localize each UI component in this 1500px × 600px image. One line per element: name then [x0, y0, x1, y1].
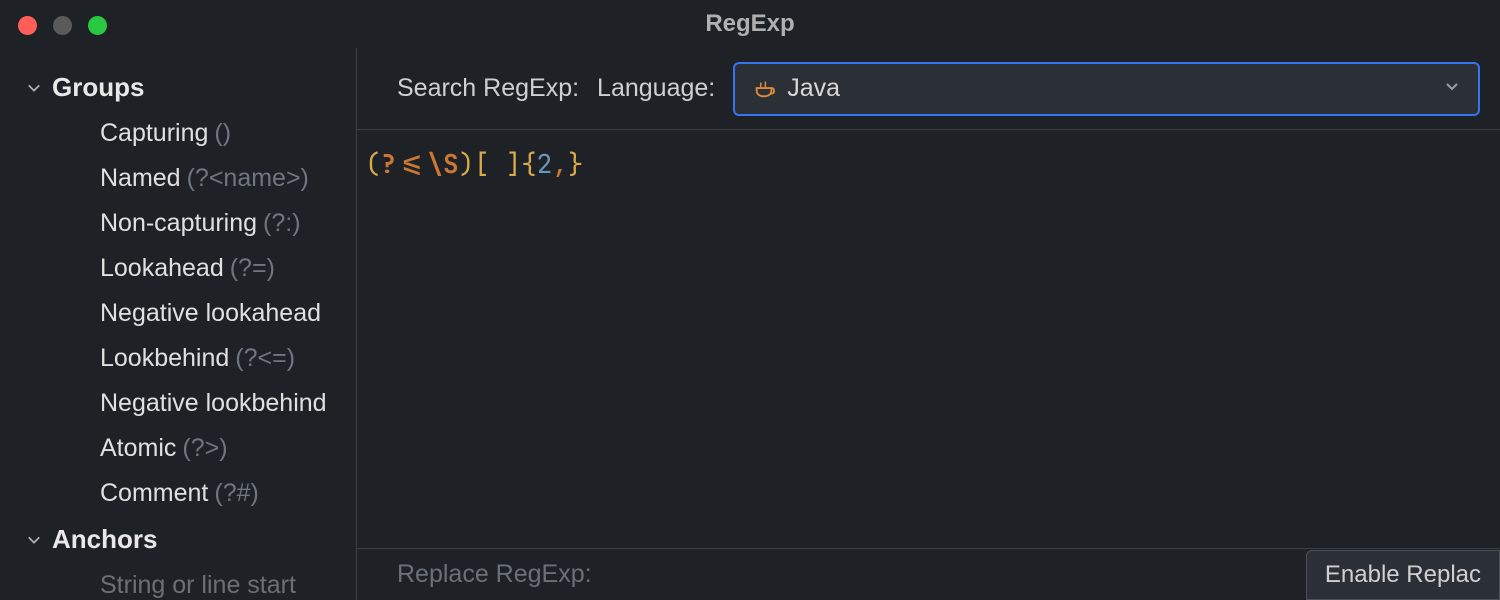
search-toolbar: Search RegExp: Language: Java — [357, 48, 1500, 130]
tree-item[interactable]: Capturing() — [0, 111, 356, 156]
tree-item-label: Named — [100, 164, 181, 192]
tree-item[interactable]: Non-capturing(?:) — [0, 201, 356, 246]
tree-item[interactable]: Comment(?#) — [0, 471, 356, 516]
titlebar: RegExp — [0, 0, 1500, 48]
chevron-down-icon — [1444, 78, 1460, 99]
main-area: Groups Capturing()Named(?<name>)Non-capt… — [0, 48, 1500, 600]
chevron-down-icon — [26, 532, 42, 548]
tree-item-label: Non-capturing — [100, 209, 257, 237]
language-select-value: Java — [787, 74, 1432, 103]
tree-item-hint: () — [214, 119, 231, 147]
sidebar: Groups Capturing()Named(?<name>)Non-capt… — [0, 48, 357, 600]
tree-item-hint: (?<name>) — [187, 164, 309, 192]
tree-item-label: Negative lookahead — [100, 299, 321, 327]
language-select[interactable]: Java — [733, 62, 1480, 116]
tree-item-label: Negative lookbehind — [100, 389, 327, 417]
tree-section-label: Anchors — [52, 524, 157, 555]
tree-item[interactable]: Lookbehind(?<=) — [0, 336, 356, 381]
tree-item[interactable]: Negative lookahead — [0, 291, 356, 336]
java-icon — [753, 78, 775, 100]
tree-item[interactable]: Named(?<name>) — [0, 156, 356, 201]
regexp-editor[interactable]: (?<=\S)[ ]{2,} — [357, 130, 1500, 548]
tree-item-label: Comment — [100, 479, 208, 507]
tree-item-hint: (?:) — [263, 209, 301, 237]
chevron-down-icon — [26, 80, 42, 96]
window-title: RegExp — [705, 10, 794, 38]
tree-item-label: Lookbehind — [100, 344, 229, 372]
maximize-window-icon[interactable] — [88, 16, 107, 35]
tree-item-label: Capturing — [100, 119, 208, 147]
tree-section-anchors[interactable]: Anchors — [0, 516, 356, 563]
minimize-window-icon[interactable] — [53, 16, 72, 35]
tree-item-label: String or line start — [100, 571, 296, 599]
replace-regexp-label: Replace RegExp: — [397, 560, 592, 589]
language-label: Language: — [597, 74, 715, 103]
tree-item[interactable]: Negative lookbehind — [0, 381, 356, 426]
close-window-icon[interactable] — [18, 16, 37, 35]
tree-item-label: Atomic — [100, 434, 176, 462]
window-controls — [18, 16, 107, 35]
replace-toolbar: Replace RegExp: Enable Replac — [357, 548, 1500, 600]
tree-item-hint: (?<=) — [235, 344, 295, 372]
tree-section-label: Groups — [52, 72, 144, 103]
tree-item-hint: (?>) — [182, 434, 227, 462]
tree-item[interactable]: Lookahead(?=) — [0, 246, 356, 291]
search-regexp-label: Search RegExp: — [397, 74, 579, 103]
tree-item-hint: (?=) — [230, 254, 275, 282]
content-pane: Search RegExp: Language: Java (?<=\S)[ ]… — [357, 48, 1500, 600]
tree-section-groups[interactable]: Groups — [0, 64, 356, 111]
tree-item[interactable]: Atomic(?>) — [0, 426, 356, 471]
tree-item-label: Lookahead — [100, 254, 224, 282]
tree-item-hint: (?#) — [214, 479, 258, 507]
enable-replace-button[interactable]: Enable Replac — [1306, 550, 1500, 600]
tree-item[interactable]: String or line start — [0, 563, 356, 600]
regexp-text: (?<=\S)[ ]{2,} — [365, 146, 584, 181]
